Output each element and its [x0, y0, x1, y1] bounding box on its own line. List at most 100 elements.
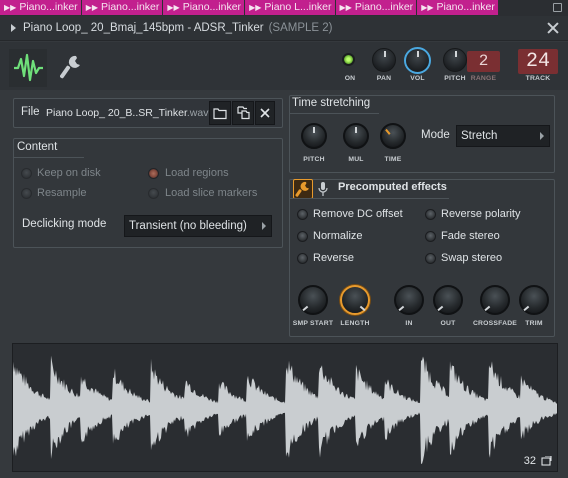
tab-arrow-icon: ▶▶	[4, 3, 17, 12]
dropdown-caret-icon	[540, 132, 544, 140]
declicking-value: Transient (no bleeding)	[129, 220, 247, 232]
stretch-pitch-knob[interactable]	[301, 123, 327, 149]
tabs-filler	[498, 0, 568, 16]
normalize-radio[interactable]	[297, 231, 308, 242]
range-label: RANGE	[470, 75, 497, 82]
file-label: File	[21, 106, 40, 118]
crossfade-label: CROSSFADE	[472, 320, 518, 327]
sample-start-knob[interactable]	[298, 285, 328, 315]
zoom-level: 32	[523, 455, 536, 467]
effects-title-underline	[289, 198, 449, 199]
pitch-range-display[interactable]: 2	[467, 51, 500, 72]
precomputed-effects-title: Precomputed effects	[338, 181, 447, 193]
fade-out-label: OUT	[440, 320, 456, 327]
track-label: TRACK	[525, 75, 551, 82]
tab-label: Piano...inker	[101, 1, 160, 13]
on-label: ON	[344, 75, 356, 82]
mode-label: Mode	[421, 129, 450, 141]
sample-tab[interactable]: ▶▶ Piano L...inker	[245, 0, 335, 15]
swap-stereo-radio[interactable]	[425, 253, 436, 264]
detach-checkbox-icon[interactable]	[553, 3, 562, 12]
sample-tab[interactable]: ▶▶ Piano...inker	[0, 0, 81, 15]
volume-label: VOL	[410, 75, 425, 82]
tab-label: Piano...inker	[436, 1, 495, 13]
waveform-graphic	[13, 355, 557, 464]
sample-tab[interactable]: ▶▶ Piano...inker	[335, 0, 417, 15]
stretch-time-knob[interactable]	[380, 123, 406, 149]
file-extension: .wav	[186, 107, 209, 119]
keep-on-disk-radio[interactable]	[21, 168, 32, 179]
tab-arrow-icon: ▶▶	[339, 3, 352, 12]
declicking-label: Declicking mode	[22, 218, 107, 230]
resample-radio[interactable]	[21, 188, 32, 199]
tab-label: Piano...inker	[19, 1, 78, 13]
open-folder-button[interactable]	[209, 101, 231, 125]
waveform-display[interactable]: 32	[12, 343, 558, 472]
sample-tab[interactable]: ▶▶ Piano...inker	[417, 0, 498, 15]
trim-knob[interactable]	[519, 285, 549, 315]
fade-stereo-radio[interactable]	[425, 231, 436, 242]
tab-label: Piano L...inker	[264, 1, 332, 13]
file-name[interactable]: Piano Loop_ 20_B..SR_Tinker.wav	[46, 107, 208, 119]
fade-in-label: IN	[405, 320, 413, 327]
length-knob[interactable]	[340, 285, 370, 315]
microphone-icon[interactable]	[317, 181, 329, 197]
tab-label: Piano...inker	[354, 1, 414, 13]
stretch-time-label: TIME	[384, 156, 402, 163]
pan-knob[interactable]	[372, 48, 396, 72]
swap-stereo-label: Swap stereo	[441, 252, 503, 264]
trim-label: TRIM	[525, 320, 543, 327]
reverse-label: Reverse	[313, 252, 354, 264]
dropdown-caret-icon	[262, 222, 266, 230]
remove-dc-offset-radio[interactable]	[297, 209, 308, 220]
reverse-polarity-radio[interactable]	[425, 209, 436, 220]
content-title-underline	[14, 157, 84, 158]
stretch-pitch-label: PITCH	[303, 156, 325, 163]
mixer-track-display[interactable]: 24	[518, 49, 558, 74]
volume-knob[interactable]	[404, 47, 431, 74]
length-label: LENGTH	[340, 320, 370, 327]
window-subtitle: (SAMPLE 2)	[268, 22, 333, 34]
locate-file-icon[interactable]	[232, 101, 254, 125]
fade-stereo-label: Fade stereo	[441, 230, 500, 242]
file-name-text: Piano Loop_ 20_B..SR_Tinker	[46, 107, 187, 119]
normalize-label: Normalize	[313, 230, 363, 242]
stretch-mode-select[interactable]: Stretch	[456, 125, 550, 147]
tab-arrow-icon: ▶▶	[249, 3, 262, 12]
reverse-radio[interactable]	[297, 253, 308, 264]
sample-tab[interactable]: ▶▶ Piano...inker	[81, 0, 163, 15]
reverse-polarity-label: Reverse polarity	[441, 208, 521, 220]
time-stretching-underline	[289, 113, 379, 114]
remove-dc-offset-label: Remove DC offset	[313, 208, 403, 220]
close-icon[interactable]	[546, 21, 560, 35]
stretch-mul-knob[interactable]	[343, 123, 369, 149]
sample-tab[interactable]: ▶▶ Piano...inker	[163, 0, 245, 15]
fade-in-knob[interactable]	[394, 285, 424, 315]
waveform-tab-icon[interactable]	[9, 49, 47, 87]
load-slice-markers-radio[interactable]	[148, 188, 159, 199]
channel-on-led[interactable]	[342, 53, 355, 66]
fade-out-knob[interactable]	[433, 285, 463, 315]
pitch-knob[interactable]	[443, 48, 467, 72]
load-regions-label: Load regions	[165, 167, 229, 179]
window-title: Piano Loop_ 20_Bmaj_145bpm - ADSR_Tinker	[23, 22, 264, 34]
clear-file-button[interactable]	[255, 101, 275, 125]
window-menu-arrow-icon[interactable]	[11, 24, 16, 32]
time-stretching-title: Time stretching	[292, 97, 371, 109]
effects-wrench-icon[interactable]	[293, 179, 313, 199]
resample-label: Resample	[37, 187, 87, 199]
declicking-mode-select[interactable]: Transient (no bleeding)	[124, 215, 272, 237]
pan-label: PAN	[376, 75, 392, 82]
content-title: Content	[17, 141, 58, 153]
tab-arrow-icon: ▶▶	[421, 3, 434, 12]
tab-arrow-icon: ▶▶	[167, 3, 180, 12]
crossfade-knob[interactable]	[480, 285, 510, 315]
tab-label: Piano...inker	[182, 1, 242, 13]
wrench-tab-icon[interactable]	[59, 53, 84, 81]
zoom-icon[interactable]	[541, 455, 552, 466]
load-slice-markers-label: Load slice markers	[165, 187, 258, 199]
load-regions-radio[interactable]	[148, 168, 159, 179]
tab-arrow-icon: ▶▶	[85, 3, 98, 12]
sample-tabs: ▶▶ Piano...inker ▶▶ Piano...inker ▶▶ Piano.…	[0, 0, 568, 16]
window-titlebar[interactable]: Piano Loop_ 20_Bmaj_145bpm - ADSR_Tinker…	[0, 16, 568, 41]
